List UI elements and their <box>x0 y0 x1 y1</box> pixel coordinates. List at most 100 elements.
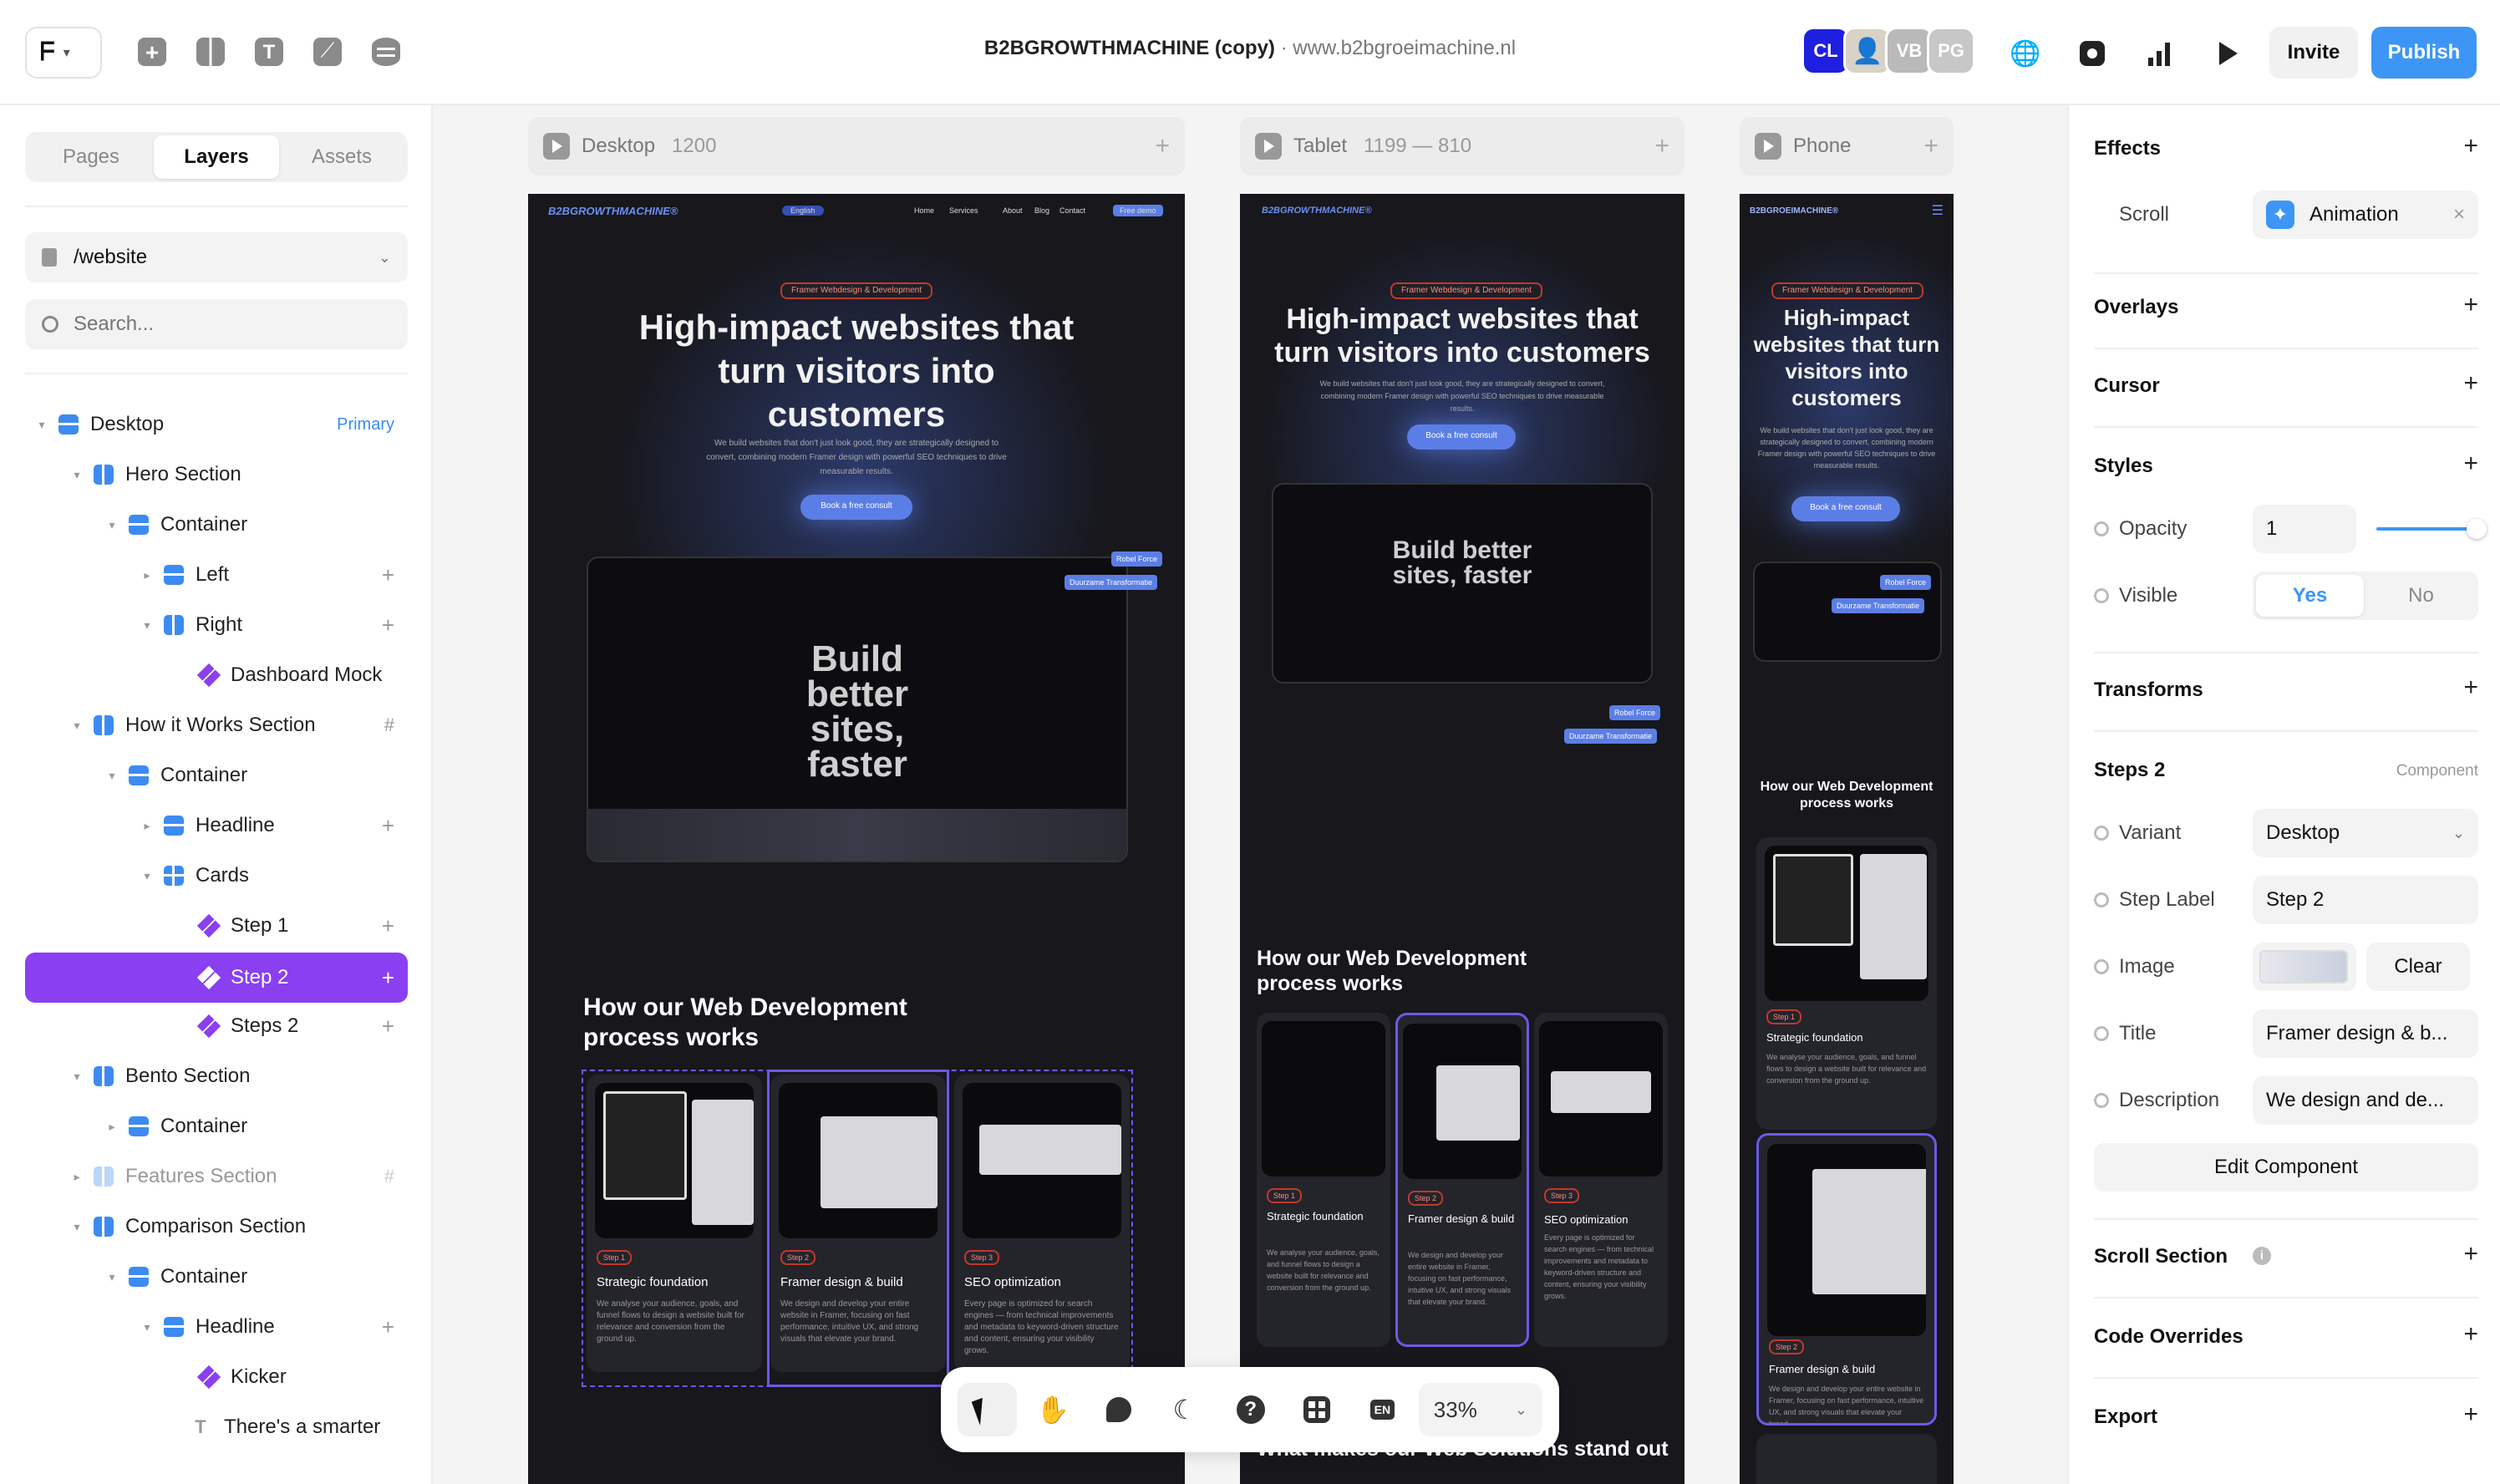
description-input[interactable]: We design and de... <box>2253 1076 2478 1125</box>
opacity-slider[interactable] <box>2376 519 2487 539</box>
layer-bento-section[interactable]: ▾ Bento Section <box>25 1053 408 1100</box>
nav-home[interactable]: Home <box>914 206 934 215</box>
add-cursor-button[interactable]: + <box>2463 369 2478 398</box>
layer-left[interactable]: ▸ Left + <box>25 551 408 598</box>
animation-effect[interactable]: ✦ Animation × <box>2253 191 2478 239</box>
site-brand[interactable]: B2BGROWTHMACHINE® <box>548 205 678 217</box>
card-step-3[interactable] <box>1756 1434 1937 1484</box>
expand-icon[interactable]: ▾ <box>139 618 155 633</box>
preview-button[interactable] <box>2206 33 2246 74</box>
hash-icon[interactable]: # <box>384 1166 394 1187</box>
variant-select[interactable]: Desktop ⌄ <box>2253 809 2478 857</box>
title-input[interactable]: Framer design & b... <box>2253 1009 2478 1058</box>
layer-headline[interactable]: ▾ Headline + <box>25 1304 408 1350</box>
layer-headline[interactable]: ▸ Headline + <box>25 802 408 849</box>
layer-how-it-works[interactable]: ▾ How it Works Section # <box>25 702 408 749</box>
avatar-pg[interactable]: PG <box>1927 27 1975 75</box>
expand-icon[interactable]: ▾ <box>139 869 155 883</box>
opacity-input[interactable]: 1 <box>2253 505 2356 553</box>
hero-cta[interactable]: Book a free consult <box>800 495 912 520</box>
layer-desktop[interactable]: ▾ Desktop Primary <box>25 401 408 448</box>
invite-button[interactable]: Invite <box>2269 27 2358 79</box>
hamburger-icon[interactable]: ☰ <box>1932 202 1944 219</box>
add-icon[interactable]: + <box>382 1314 394 1340</box>
add-export-button[interactable]: + <box>2463 1400 2478 1429</box>
collapse-icon[interactable]: ▸ <box>104 1120 120 1134</box>
add-overlay-button[interactable]: + <box>2463 291 2478 319</box>
analytics-button[interactable] <box>2139 33 2179 74</box>
layer-comparison-section[interactable]: ▾ Comparison Section <box>25 1203 408 1250</box>
step-label-input[interactable]: Step 2 <box>2253 876 2478 924</box>
hero-cta[interactable]: Book a free consult <box>1407 424 1516 450</box>
layer-container[interactable]: ▾ Container <box>25 752 408 799</box>
plus-icon[interactable]: + <box>1923 132 1939 160</box>
add-transform-button[interactable]: + <box>2463 673 2478 702</box>
globe-button[interactable]: 🌐 <box>2005 33 2045 74</box>
language-switch[interactable]: English <box>782 206 824 216</box>
expand-icon[interactable]: ▾ <box>69 1070 85 1084</box>
phone-breakpoint-header[interactable]: Phone + <box>1740 117 1954 175</box>
visible-yes[interactable]: Yes <box>2256 575 2364 617</box>
layer-cards[interactable]: ▾ Cards <box>25 852 408 899</box>
collapse-icon[interactable]: ▸ <box>139 819 155 833</box>
expand-icon[interactable]: ▾ <box>104 518 120 532</box>
edit-component-button[interactable]: Edit Component <box>2094 1143 2478 1192</box>
layer-text[interactable]: T There's a smarter <box>25 1404 408 1451</box>
desktop-breakpoint-header[interactable]: Desktop 1200 + <box>528 117 1185 175</box>
plugins-button[interactable] <box>1287 1383 1346 1436</box>
slider-handle[interactable] <box>2467 519 2487 539</box>
play-icon[interactable] <box>543 133 570 160</box>
card-step-3[interactable]: Step 3 SEO optimization Every page is opti… <box>1534 1013 1668 1347</box>
info-icon[interactable]: i <box>2253 1247 2271 1265</box>
layer-step-2[interactable]: Step 2 + <box>25 953 408 1003</box>
add-icon[interactable]: + <box>382 965 394 991</box>
hash-icon[interactable]: # <box>384 714 394 736</box>
layer-hero-section[interactable]: ▾ Hero Section <box>25 451 408 498</box>
expand-icon[interactable]: ▾ <box>69 468 85 482</box>
nav-contact[interactable]: Contact <box>1059 206 1085 215</box>
expand-icon[interactable]: ▾ <box>69 719 85 733</box>
clear-image-button[interactable]: Clear <box>2366 943 2470 991</box>
variable-dot-icon[interactable] <box>2094 521 2109 536</box>
zoom-selector[interactable]: 33% ⌄ <box>1418 1383 1542 1436</box>
tablet-frame[interactable]: B2BGROWTHMACHINE® Framer Webdesign & Dev… <box>1240 194 1684 1484</box>
expand-icon[interactable]: ▾ <box>104 1270 120 1284</box>
add-scroll-section-button[interactable]: + <box>2463 1240 2478 1268</box>
page-selector[interactable]: /website ⌄ <box>25 232 408 282</box>
expand-icon[interactable]: ▾ <box>33 418 50 432</box>
card-step-1[interactable]: Step 1 Strategic foundation We analyse you… <box>1257 1013 1390 1347</box>
comment-tool[interactable] <box>1090 1383 1149 1436</box>
expand-icon[interactable]: ▾ <box>104 769 120 783</box>
layer-dashboard-mock[interactable]: Dashboard Mock <box>25 652 408 699</box>
layer-features-section[interactable]: ▸ Features Section # <box>25 1153 408 1200</box>
visible-no[interactable]: No <box>2367 584 2475 607</box>
design-canvas[interactable]: Desktop 1200 + Tablet 1199 — 810 + Phone + B2… <box>433 105 2067 1484</box>
hand-tool[interactable]: ✋ <box>1024 1383 1083 1436</box>
add-icon[interactable]: + <box>382 562 394 588</box>
variable-dot-icon[interactable] <box>2094 826 2109 841</box>
step-2-selection[interactable] <box>767 1070 949 1387</box>
desktop-frame[interactable]: B2BGROWTHMACHINE® English Home Services … <box>528 194 1185 1484</box>
add-icon[interactable]: + <box>382 612 394 638</box>
expand-icon[interactable]: ▾ <box>139 1320 155 1334</box>
add-style-button[interactable]: + <box>2463 450 2478 478</box>
add-code-override-button[interactable]: + <box>2463 1320 2478 1349</box>
settings-button[interactable] <box>2072 33 2112 74</box>
layers-search[interactable] <box>25 299 408 349</box>
layer-right[interactable]: ▾ Right + <box>25 602 408 648</box>
nav-cta[interactable]: Free demo <box>1113 205 1163 216</box>
dark-mode-toggle[interactable]: ☾ <box>1155 1383 1214 1436</box>
publish-button[interactable]: Publish <box>2371 27 2477 79</box>
tab-layers[interactable]: Layers <box>154 135 279 179</box>
layer-kicker[interactable]: Kicker <box>25 1354 408 1400</box>
layer-container[interactable]: ▾ Container <box>25 1253 408 1300</box>
help-button[interactable]: ? <box>1221 1383 1280 1436</box>
variable-dot-icon[interactable] <box>2094 959 2109 974</box>
play-icon[interactable] <box>1755 133 1781 160</box>
variable-dot-icon[interactable] <box>2094 588 2109 603</box>
add-effect-button[interactable]: + <box>2463 132 2478 160</box>
tab-pages[interactable]: Pages <box>28 135 154 179</box>
close-icon[interactable]: × <box>2453 203 2465 226</box>
variable-dot-icon[interactable] <box>2094 1026 2109 1041</box>
site-brand[interactable]: B2BGROEIMACHINE® <box>1750 206 1838 216</box>
